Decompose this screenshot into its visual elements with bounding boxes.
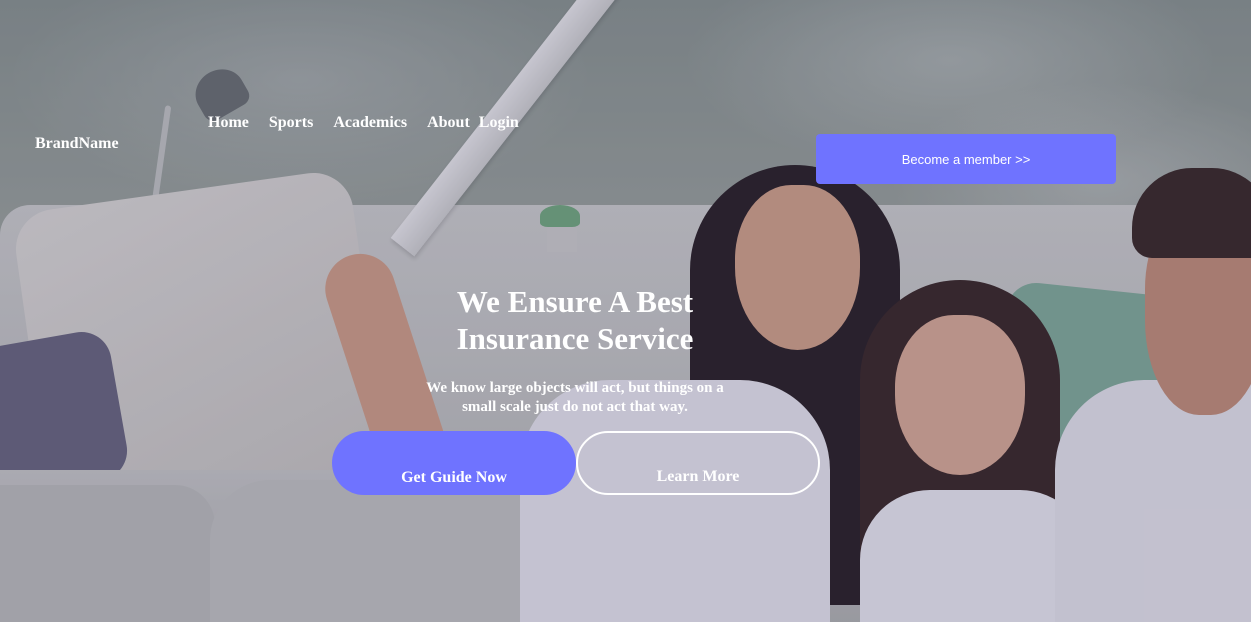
nav-academics[interactable]: Academics (333, 114, 407, 132)
become-member-button[interactable]: Become a member >> (816, 134, 1116, 184)
learn-more-button[interactable]: Learn More (576, 431, 820, 495)
main-nav: Home Sports Academics About Login (208, 114, 519, 132)
brand-logo[interactable]: BrandName (35, 135, 119, 153)
subtext-line-2: small scale just do not act that way. (462, 399, 688, 415)
nav-about[interactable]: About (427, 114, 470, 132)
nav-login[interactable]: Login (479, 114, 519, 132)
headline-line-2: Insurance Service (456, 321, 694, 356)
get-guide-button[interactable]: Get Guide Now (332, 431, 576, 495)
learn-more-label: Learn More (656, 468, 740, 485)
headline-line-1: We Ensure A Best (456, 284, 694, 319)
nav-sports[interactable]: Sports (269, 114, 313, 132)
get-guide-label: Get Guide Now (401, 469, 507, 486)
subtext-line-1: We know large objects will act, but thin… (426, 380, 724, 396)
nav-home[interactable]: Home (208, 114, 249, 132)
hero-headline: We Ensure A Best Insurance Service (400, 283, 750, 357)
hero-subtext: We know large objects will act, but thin… (400, 379, 750, 417)
become-member-label: Become a member >> (901, 151, 1031, 167)
